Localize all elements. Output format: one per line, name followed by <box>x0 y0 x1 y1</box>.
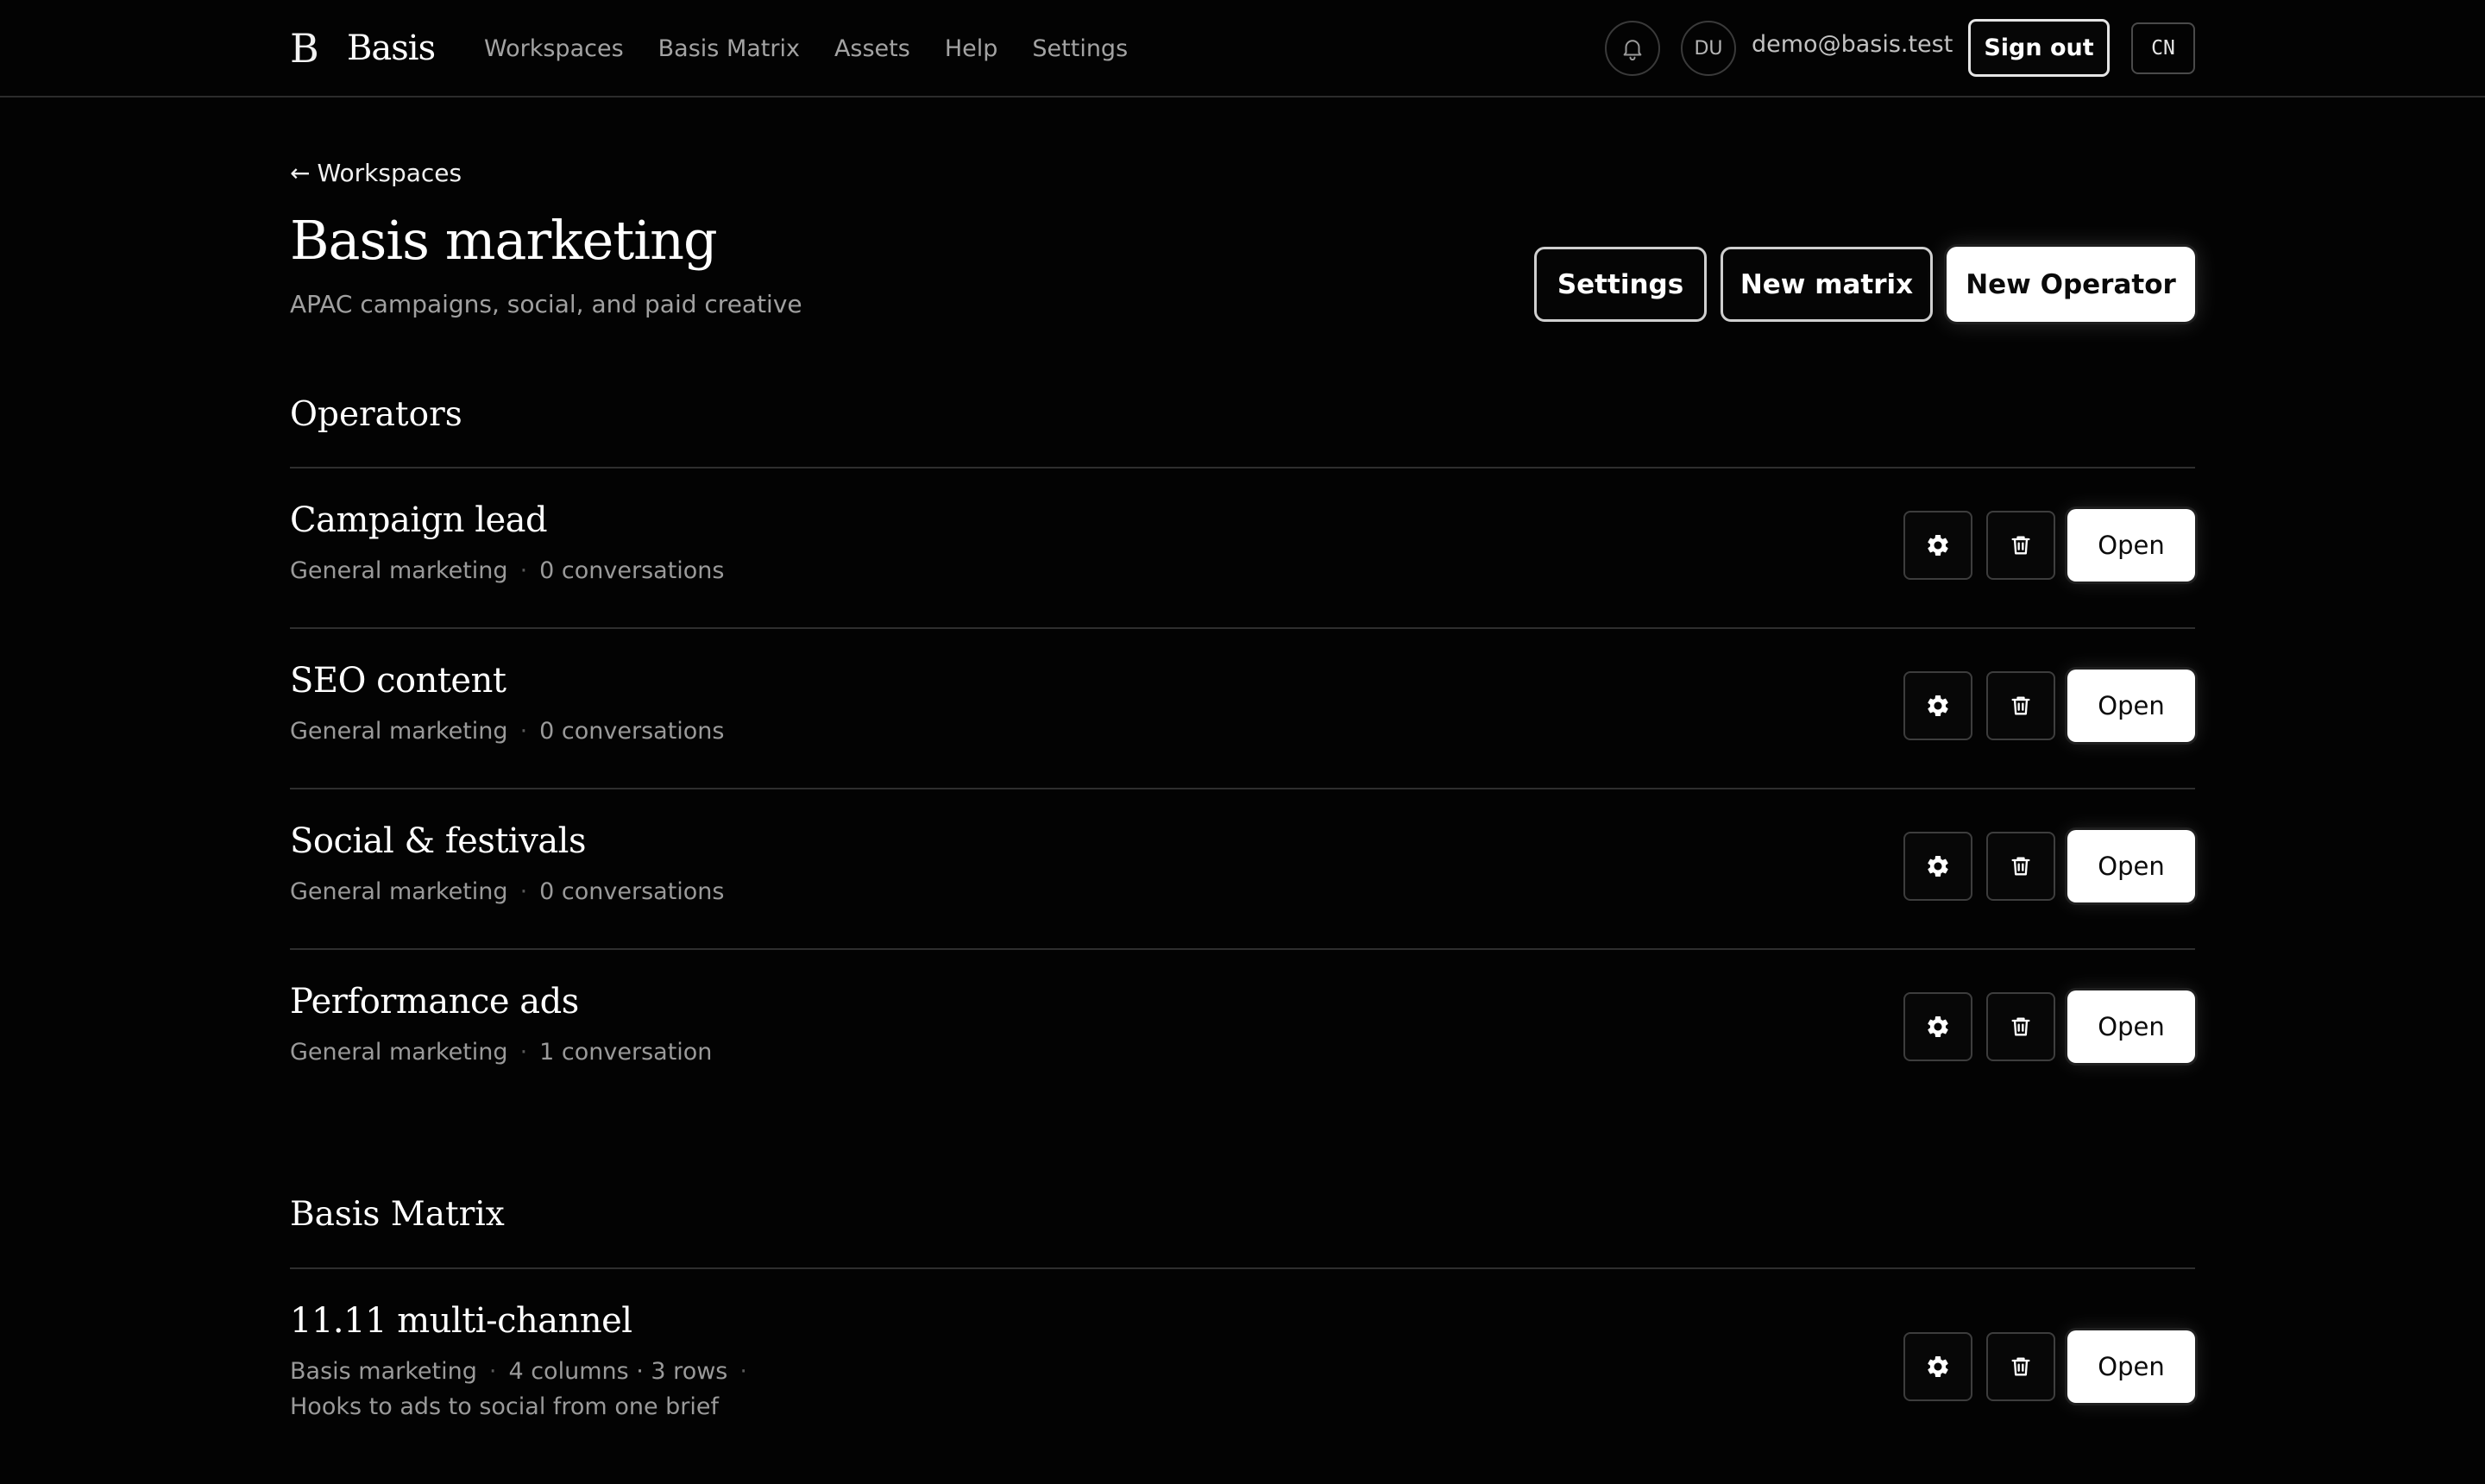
matrix-size: 4 columns · 3 rows <box>508 1358 728 1385</box>
operator-category: General marketing <box>290 878 508 905</box>
separator-dot: · <box>519 718 528 745</box>
matrix-meta: Basis marketing · 4 columns · 3 rows · <box>290 1358 759 1385</box>
operator-delete-button[interactable] <box>1986 832 2055 901</box>
back-link-label: Workspaces <box>317 159 462 187</box>
separator-dot: · <box>739 1358 747 1385</box>
operator-name: Campaign lead <box>290 500 548 540</box>
operator-category: General marketing <box>290 1039 508 1066</box>
brand-name: Basis <box>347 28 436 68</box>
brand-logo[interactable]: B Basis <box>290 24 436 72</box>
user-email: demo@basis.test <box>1752 31 1953 58</box>
trash-icon <box>2011 1017 2030 1036</box>
trash-icon <box>2011 536 2030 555</box>
operator-delete-button[interactable] <box>1986 511 2055 580</box>
operator-meta: General marketing · 1 conversation <box>290 1039 712 1066</box>
nav-item-help[interactable]: Help <box>945 35 998 62</box>
bell-icon <box>1623 40 1642 61</box>
gear-icon <box>1928 535 1948 556</box>
nav-item-assets[interactable]: Assets <box>834 35 910 62</box>
workspace-settings-button[interactable]: Settings <box>1534 247 1707 322</box>
avatar[interactable]: DU <box>1681 21 1736 76</box>
operator-meta: General marketing · 0 conversations <box>290 878 724 905</box>
notifications-button[interactable] <box>1605 21 1660 76</box>
operator-row: Performance ads General marketing · 1 conv… <box>290 949 2195 1110</box>
operator-conversation-count: 0 conversations <box>539 878 725 905</box>
operator-name: Performance ads <box>290 982 579 1022</box>
matrix-row: 11.11 multi-channel Basis marketing · 4 co… <box>290 1268 2195 1441</box>
operator-name: SEO content <box>290 661 506 701</box>
top-nav-bar: B Basis Workspaces Basis Matrix Assets H… <box>0 0 2485 97</box>
nav-item-workspaces[interactable]: Workspaces <box>484 35 624 62</box>
operator-conversation-count: 0 conversations <box>539 718 725 745</box>
operator-category: General marketing <box>290 718 508 745</box>
new-operator-button[interactable]: New Operator <box>1947 247 2195 322</box>
separator-dot: · <box>519 878 528 905</box>
trash-icon <box>2011 1357 2030 1376</box>
matrix-delete-button[interactable] <box>1986 1332 2055 1401</box>
page-title: Basis marketing <box>290 209 718 272</box>
arrow-left-icon: ← <box>290 159 311 187</box>
operator-open-button[interactable]: Open <box>2067 670 2195 742</box>
operator-conversation-count: 1 conversation <box>539 1039 713 1066</box>
separator-dot: · <box>519 1039 528 1066</box>
new-matrix-button[interactable]: New matrix <box>1721 247 1933 322</box>
page-subtitle: APAC campaigns, social, and paid creativ… <box>290 290 802 318</box>
back-to-workspaces-link[interactable]: ← Workspaces <box>290 159 462 187</box>
gear-icon <box>1928 1016 1948 1037</box>
matrix-name: 11.11 multi-channel <box>290 1301 632 1341</box>
operator-name: Social & festivals <box>290 821 587 861</box>
operator-row: Campaign lead General marketing · 0 conver… <box>290 468 2195 628</box>
language-toggle-button[interactable]: CN <box>2131 22 2195 74</box>
operator-category: General marketing <box>290 557 508 584</box>
operator-open-button[interactable]: Open <box>2067 990 2195 1063</box>
operator-delete-button[interactable] <box>1986 992 2055 1061</box>
operator-open-button[interactable]: Open <box>2067 509 2195 582</box>
operator-meta: General marketing · 0 conversations <box>290 718 724 745</box>
gear-icon <box>1928 856 1948 877</box>
sign-out-button[interactable]: Sign out <box>1968 19 2110 77</box>
gear-icon <box>1928 695 1948 716</box>
operator-settings-button[interactable] <box>1903 832 1972 901</box>
operator-meta: General marketing · 0 conversations <box>290 557 724 584</box>
operator-settings-button[interactable] <box>1903 992 1972 1061</box>
operator-row: Social & festivals General marketing · 0 c… <box>290 789 2195 949</box>
gear-icon <box>1928 1356 1948 1377</box>
matrix-description: Hooks to ads to social from one brief <box>290 1393 719 1420</box>
brand-mark-icon: B <box>290 25 319 72</box>
operator-settings-button[interactable] <box>1903 671 1972 740</box>
trash-icon <box>2011 857 2030 876</box>
operator-delete-button[interactable] <box>1986 671 2055 740</box>
main-nav: Workspaces Basis Matrix Assets Help Sett… <box>484 29 1162 67</box>
operator-row: SEO content General marketing · 0 conversa… <box>290 628 2195 789</box>
matrix-settings-button[interactable] <box>1903 1332 1972 1401</box>
nav-item-settings[interactable]: Settings <box>1032 35 1128 62</box>
operator-conversation-count: 0 conversations <box>539 557 725 584</box>
operators-section-title: Operators <box>290 395 462 434</box>
matrix-workspace: Basis marketing <box>290 1358 477 1385</box>
matrix-open-button[interactable]: Open <box>2067 1330 2195 1403</box>
matrix-section-title: Basis Matrix <box>290 1195 505 1234</box>
separator-dot: · <box>488 1358 497 1385</box>
trash-icon <box>2011 696 2030 715</box>
separator-dot: · <box>519 557 528 584</box>
operator-open-button[interactable]: Open <box>2067 830 2195 902</box>
nav-item-basis-matrix[interactable]: Basis Matrix <box>658 35 800 62</box>
operator-settings-button[interactable] <box>1903 511 1972 580</box>
